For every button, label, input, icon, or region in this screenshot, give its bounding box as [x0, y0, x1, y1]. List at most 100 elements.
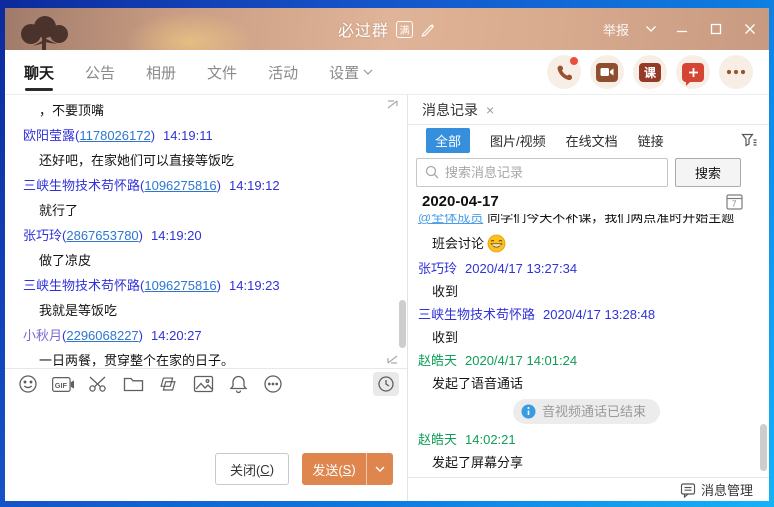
tab-chat[interactable]: 聊天: [23, 52, 55, 93]
chat-action-buttons: 关闭(C) 发送(S): [5, 451, 407, 501]
close-label-key: C: [260, 462, 269, 477]
group-title: 必过群: [338, 17, 389, 41]
chevron-down-icon: [363, 69, 373, 76]
record-time: 2020/4/17 14:01:24: [465, 353, 577, 368]
record-sender-name: 赵皓天: [418, 353, 457, 368]
sender-name: 张巧玲: [23, 228, 62, 243]
screenshot-scissors-icon[interactable]: [87, 373, 109, 395]
record-search-row: 搜索: [408, 155, 769, 189]
message-input-area[interactable]: [5, 399, 407, 451]
close-window-button[interactable]: [741, 20, 759, 38]
tab-settings-label: 设置: [329, 62, 359, 83]
tab-announcement[interactable]: 公告: [84, 52, 116, 93]
file-folder-icon[interactable]: [122, 373, 144, 395]
chevron-down-icon: [375, 466, 385, 473]
message-time: 14:19:23: [229, 278, 280, 293]
mention-all-link[interactable]: @全体成员: [418, 214, 483, 225]
message-history-clock-icon[interactable]: [373, 372, 399, 396]
tab-activity[interactable]: 活动: [267, 52, 299, 93]
sender-uin-link[interactable]: 2867653780: [66, 228, 138, 243]
plus-bubble-icon: [682, 63, 704, 82]
record-tab-row: 消息记录 ×: [408, 95, 769, 125]
chat-scrollbar[interactable]: [399, 300, 406, 348]
phone-icon: [555, 63, 574, 82]
record-date: 2020-04-17: [422, 193, 499, 210]
chat-message-list: ，不要顶嘴 欧阳莹露(1178026172)14:19:11 还好吧，在家她们可…: [5, 95, 407, 368]
call-ended-text: 音视频通话已结束: [542, 400, 646, 423]
record-time: 2020/4/17 13:27:34: [465, 261, 577, 276]
sender-name: 三峡生物技术苟怀路: [23, 178, 140, 193]
sender-name: 欧阳莹露: [23, 128, 75, 143]
filter-links[interactable]: 链接: [638, 131, 664, 150]
screen-share-icon[interactable]: [157, 373, 179, 395]
video-call-button[interactable]: [590, 55, 624, 89]
tab-settings[interactable]: 设置: [328, 52, 374, 93]
sender-uin-link[interactable]: 2296068227: [66, 328, 138, 343]
svg-text:GIF: GIF: [55, 381, 68, 390]
record-time: 14:02:21: [465, 432, 516, 447]
paren: ): [217, 278, 221, 293]
send-image-icon[interactable]: [192, 373, 214, 395]
more-actions-button[interactable]: [719, 55, 753, 89]
close-record-tab-icon[interactable]: ×: [486, 102, 494, 118]
tab-action-buttons: 课: [547, 55, 769, 89]
record-header: 三峡生物技术苟怀路2020/4/17 13:28:48: [418, 303, 755, 326]
sender-uin-link[interactable]: 1096275816: [144, 178, 216, 193]
tabs: 聊天 公告 相册 文件 活动 设置: [23, 52, 374, 93]
svg-text:7: 7: [732, 200, 737, 209]
sender-uin-link[interactable]: 1178026172: [79, 128, 150, 143]
collapse-history-down-arrow[interactable]: [386, 354, 399, 365]
minimize-button[interactable]: [673, 20, 691, 38]
filter-all[interactable]: 全部: [426, 128, 470, 153]
record-sender-name: 三峡生物技术苟怀路: [418, 307, 535, 322]
calendar-icon[interactable]: 7: [726, 193, 743, 210]
record-sender-name: 张巧玲: [418, 261, 457, 276]
record-scrollbar[interactable]: [760, 424, 767, 471]
video-camera-icon: [596, 63, 618, 82]
more-tools-icon[interactable]: [262, 373, 284, 395]
class-button[interactable]: 课: [633, 55, 667, 89]
record-text: 同学们今天不补课，我们两点准时开始主题: [487, 214, 734, 225]
chat-message-header: 三峡生物技术苟怀路(1096275816)14:19:23: [23, 273, 383, 298]
chat-toolbar: GIF: [5, 368, 407, 399]
chat-message-header: 三峡生物技术苟怀路(1096275816)14:19:12: [23, 173, 383, 198]
search-input[interactable]: [445, 165, 659, 180]
class-icon: 课: [639, 63, 661, 82]
info-icon: [521, 404, 536, 419]
message-record-panel: 消息记录 × 全部 图片/视频 在线文档 链接: [407, 95, 769, 501]
search-button[interactable]: 搜索: [675, 158, 741, 187]
filter-online-docs[interactable]: 在线文档: [566, 131, 618, 150]
send-button[interactable]: 发送(S): [302, 453, 366, 485]
voice-call-button[interactable]: [547, 55, 581, 89]
tab-album[interactable]: 相册: [145, 52, 177, 93]
paren: ): [139, 228, 143, 243]
edit-title-icon[interactable]: [420, 21, 436, 37]
gif-hot-image-icon[interactable]: GIF: [52, 373, 74, 395]
paren: ): [217, 178, 221, 193]
emoji-icon[interactable]: [17, 373, 39, 395]
sender-name: 三峡生物技术苟怀路: [23, 278, 140, 293]
chat-panel: ，不要顶嘴 欧阳莹露(1178026172)14:19:11 还好吧，在家她们可…: [5, 95, 407, 501]
record-tab-title[interactable]: 消息记录: [422, 100, 478, 120]
notification-bell-icon[interactable]: [227, 373, 249, 395]
message-time: 14:19:11: [163, 128, 213, 143]
tab-files[interactable]: 文件: [206, 52, 238, 93]
chevron-down-icon[interactable]: [645, 25, 657, 33]
ellipsis-icon: [726, 69, 746, 75]
filter-funnel-icon[interactable]: [741, 133, 757, 148]
call-ended-pill: 音视频通话已结束: [513, 399, 660, 424]
tab-bar: 聊天 公告 相册 文件 活动 设置 课: [5, 50, 769, 95]
close-chat-button[interactable]: 关闭(C): [215, 453, 289, 485]
send-options-caret[interactable]: [366, 453, 393, 485]
message-time: 14:19:20: [151, 228, 202, 243]
record-header: 赵皓天 2020/4/17 14:01:24: [418, 349, 755, 372]
collapse-history-up-arrow[interactable]: [386, 99, 399, 110]
paren: ): [151, 128, 155, 143]
report-button[interactable]: 举报: [603, 20, 629, 39]
filter-images-videos[interactable]: 图片/视频: [490, 131, 546, 150]
add-service-button[interactable]: [676, 55, 710, 89]
maximize-button[interactable]: [707, 20, 725, 38]
message-manage-button[interactable]: 消息管理: [408, 477, 769, 501]
sender-uin-link[interactable]: 1096275816: [144, 278, 216, 293]
record-text: 班会讨论: [432, 232, 484, 255]
